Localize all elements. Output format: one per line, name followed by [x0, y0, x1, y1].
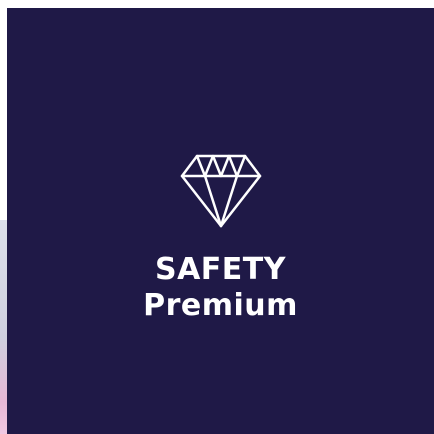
diamond-icon — [180, 154, 261, 228]
page: SAFETY Premium — [0, 0, 434, 434]
feature-card[interactable]: SAFETY Premium — [7, 8, 434, 434]
card-title-line-2: Premium — [143, 288, 298, 323]
card-title-line-1: SAFETY — [154, 252, 286, 287]
background-image-strip — [0, 220, 7, 434]
card-title: SAFETY Premium — [143, 252, 298, 324]
